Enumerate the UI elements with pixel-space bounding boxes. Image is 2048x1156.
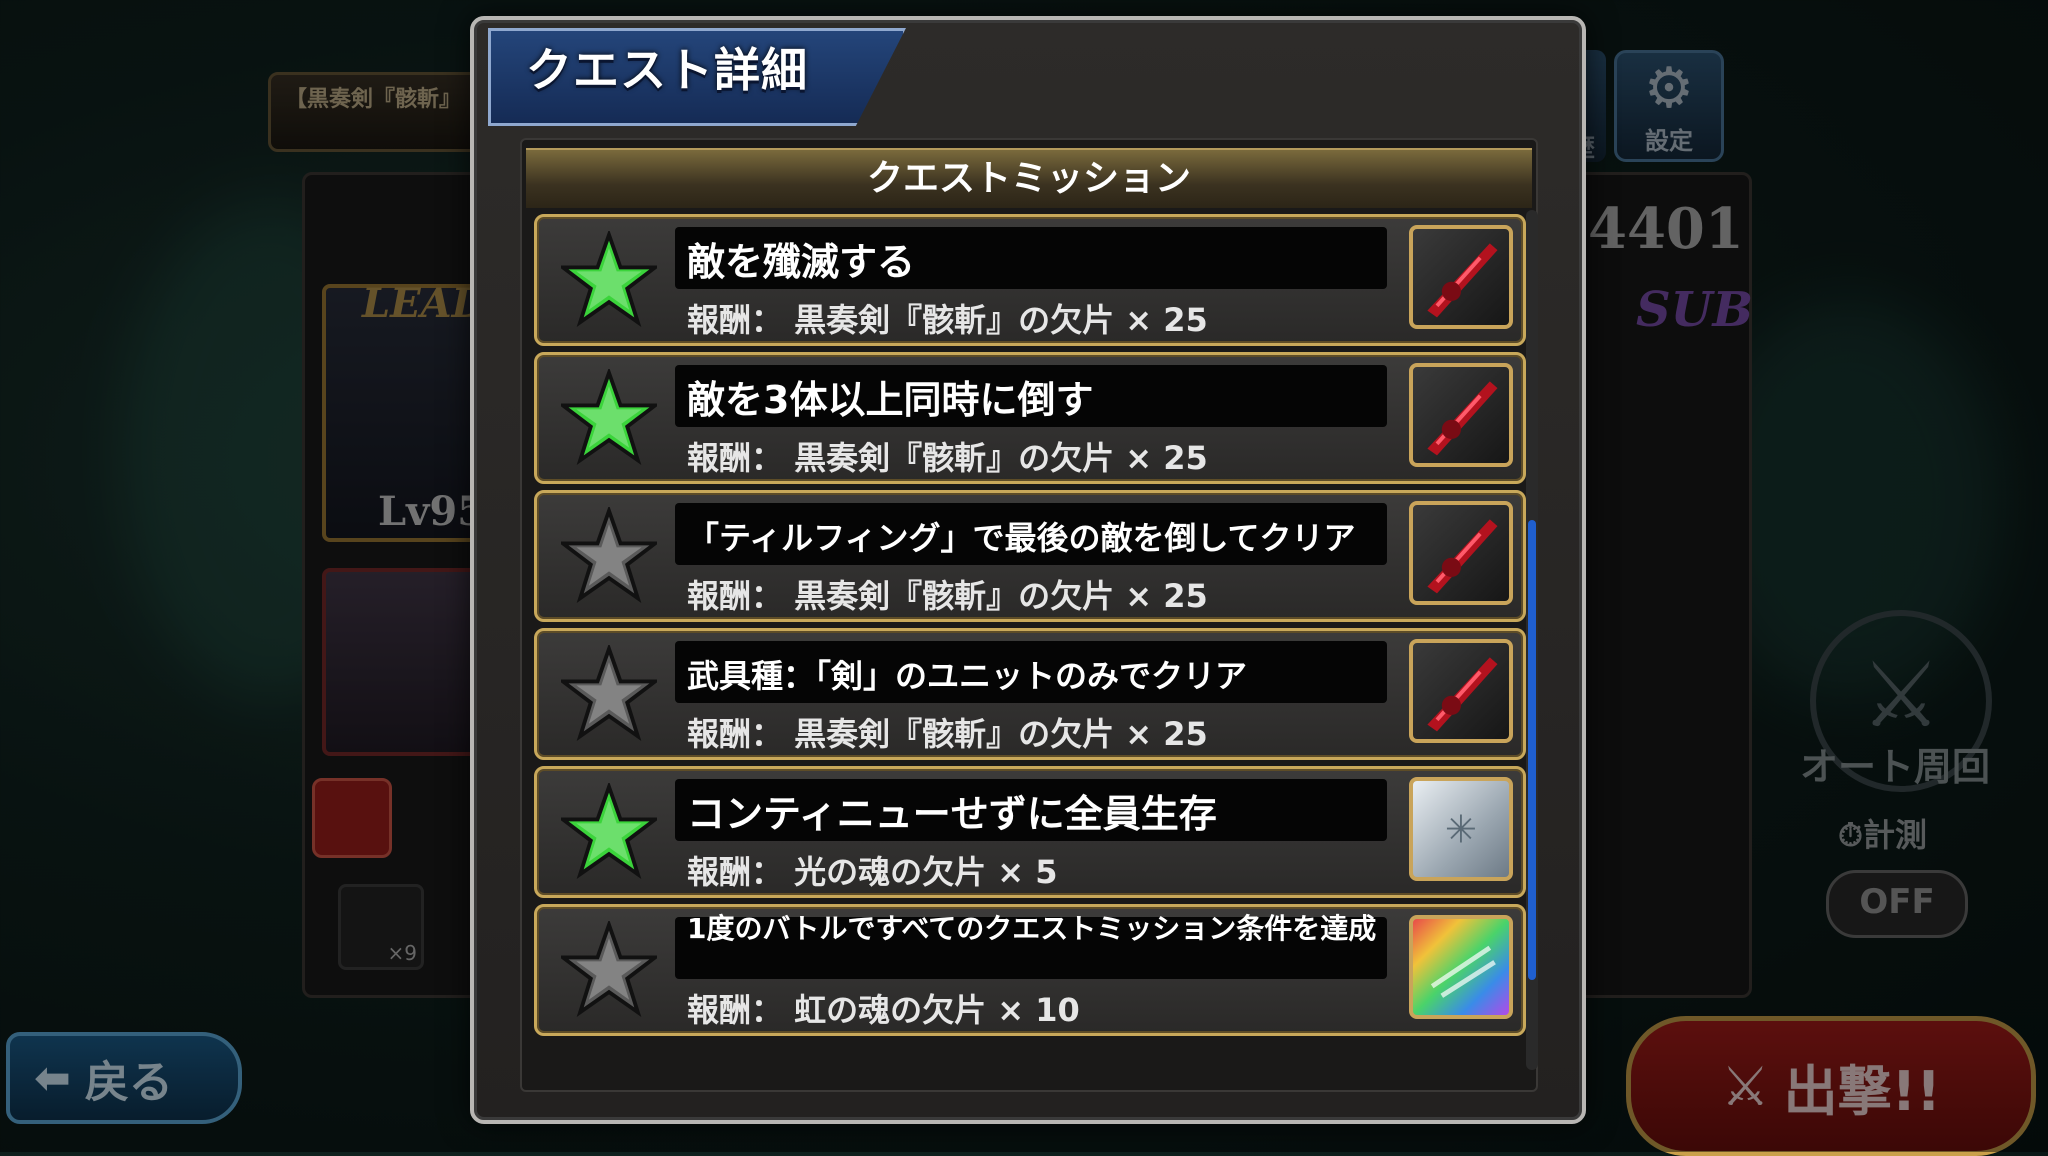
mission-title: 敵を殲滅する [687, 240, 916, 284]
scrollbar-thumb[interactable] [1528, 520, 1536, 980]
mission-reward: 報酬： 光の魂の欠片 × 5 [687, 853, 1058, 891]
star-achieved-icon [561, 231, 657, 327]
star-unachieved-icon [561, 921, 657, 1017]
mission-title: 1度のバトルですべてのクエストミッション条件を達成 [687, 912, 1377, 945]
star-unachieved-icon [561, 645, 657, 741]
mission-row: 敵を殲滅する 報酬： 黒奏剣『骸斬』の欠片 × 25 [534, 214, 1526, 346]
quest-detail-modal: クエスト詳細 クエストミッション 敵を殲滅する 報酬： 黒奏剣『骸斬』の欠片 ×… [470, 16, 1586, 1124]
section-header: クエストミッション [526, 148, 1532, 208]
mission-title: 武具種：「剣」のユニットのみでクリア [687, 657, 1248, 695]
star-unachieved-icon [561, 507, 657, 603]
black-sword-shard-icon [1409, 225, 1513, 329]
mission-reward: 報酬： 虹の魂の欠片 × 10 [687, 991, 1080, 1029]
mission-reward: 報酬： 黒奏剣『骸斬』の欠片 × 25 [687, 301, 1208, 339]
light-soul-shard-icon: ✳ [1409, 777, 1513, 881]
mission-row: 「ティルフィング」で最後の敵を倒してクリア 報酬： 黒奏剣『骸斬』の欠片 × 2… [534, 490, 1526, 622]
mission-reward: 報酬： 黒奏剣『骸斬』の欠片 × 25 [687, 577, 1208, 615]
svg-text:✳: ✳ [1445, 807, 1477, 852]
black-sword-shard-icon [1409, 501, 1513, 605]
black-sword-shard-icon [1409, 363, 1513, 467]
star-achieved-icon [561, 369, 657, 465]
rainbow-soul-shard-icon [1409, 915, 1513, 1019]
star-achieved-icon [561, 783, 657, 879]
mission-reward: 報酬： 黒奏剣『骸斬』の欠片 × 25 [687, 715, 1208, 753]
black-sword-shard-icon [1409, 639, 1513, 743]
modal-title: クエスト詳細 [526, 43, 808, 97]
mission-row: 敵を3体以上同時に倒す 報酬： 黒奏剣『骸斬』の欠片 × 25 [534, 352, 1526, 484]
mission-title: コンティニューせずに全員生存 [687, 792, 1217, 836]
mission-row: 1度のバトルですべてのクエストミッション条件を達成 報酬： 虹の魂の欠片 × 1… [534, 904, 1526, 1036]
mission-title: 「ティルフィング」で最後の敵を倒してクリア [687, 519, 1356, 557]
mission-row: コンティニューせずに全員生存 報酬： 光の魂の欠片 × 5 ✳ [534, 766, 1526, 898]
mission-reward: 報酬： 黒奏剣『骸斬』の欠片 × 25 [687, 439, 1208, 477]
mission-title: 敵を3体以上同時に倒す [687, 378, 1094, 422]
mission-row: 武具種：「剣」のユニットのみでクリア 報酬： 黒奏剣『骸斬』の欠片 × 25 [534, 628, 1526, 760]
